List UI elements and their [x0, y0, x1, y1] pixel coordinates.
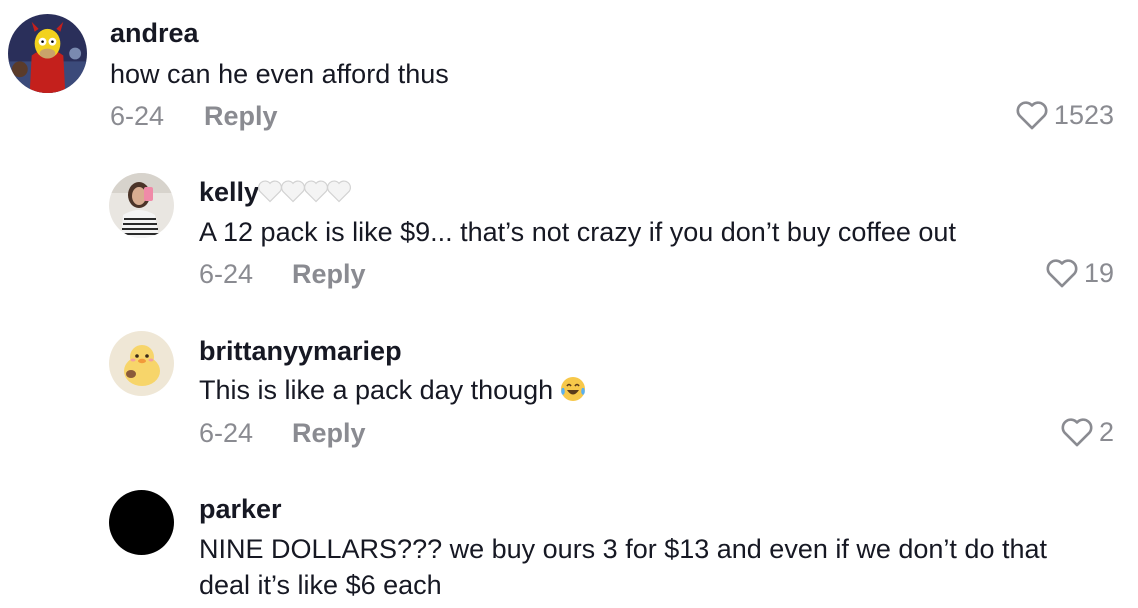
comment-date: 6-24	[199, 259, 254, 289]
like-count: 2	[1098, 416, 1114, 447]
like-count: 19	[1083, 257, 1114, 288]
comment-text: This is like a pack day though	[199, 372, 587, 408]
white-heart-icon	[327, 180, 352, 203]
reply-button[interactable]: Reply	[292, 259, 366, 290]
like-button[interactable]: 2	[1059, 416, 1114, 448]
like-button[interactable]: 19	[1044, 257, 1114, 289]
comment-username[interactable]: andrea	[110, 18, 199, 49]
avatar-parker[interactable]	[109, 490, 174, 555]
username-hearts	[258, 178, 353, 211]
comment-text: A 12 pack is like $9... that’s not crazy…	[199, 217, 956, 247]
heart-outline-icon	[1061, 418, 1093, 447]
reply-button[interactable]: Reply	[292, 418, 366, 449]
comment-text-line-2: deal it’s like $6 each	[199, 570, 442, 600]
comment-username[interactable]: brittanyymariep	[199, 336, 402, 367]
like-button[interactable]: 1523	[1014, 99, 1114, 131]
avatar-brittanyymariep[interactable]	[109, 331, 174, 396]
like-count: 1523	[1053, 99, 1114, 130]
comment-text-body: This is like a pack day though	[199, 375, 554, 405]
heart-outline-icon	[1016, 101, 1048, 130]
avatar-andrea[interactable]	[8, 14, 87, 93]
heart-outline-icon	[1046, 259, 1078, 288]
comment-text: how can he even afford thus	[110, 59, 449, 89]
comment-date: 6-24	[110, 101, 165, 131]
comment-username[interactable]: parker	[199, 494, 282, 525]
avatar-kelly[interactable]	[109, 173, 174, 238]
comment-text-line-1: NINE DOLLARS??? we buy ours 3 for $13 an…	[199, 534, 1047, 564]
avatar-image-duck	[109, 331, 174, 396]
username-text: kelly	[199, 177, 260, 207]
reply-button[interactable]: Reply	[204, 101, 278, 132]
comment-username[interactable]: kelly	[199, 177, 353, 211]
avatar-image-photo	[109, 173, 174, 238]
avatar-image-cartoon	[8, 14, 87, 93]
tears-of-joy-emoji-icon	[561, 377, 586, 401]
comment-date: 6-24	[199, 418, 254, 448]
